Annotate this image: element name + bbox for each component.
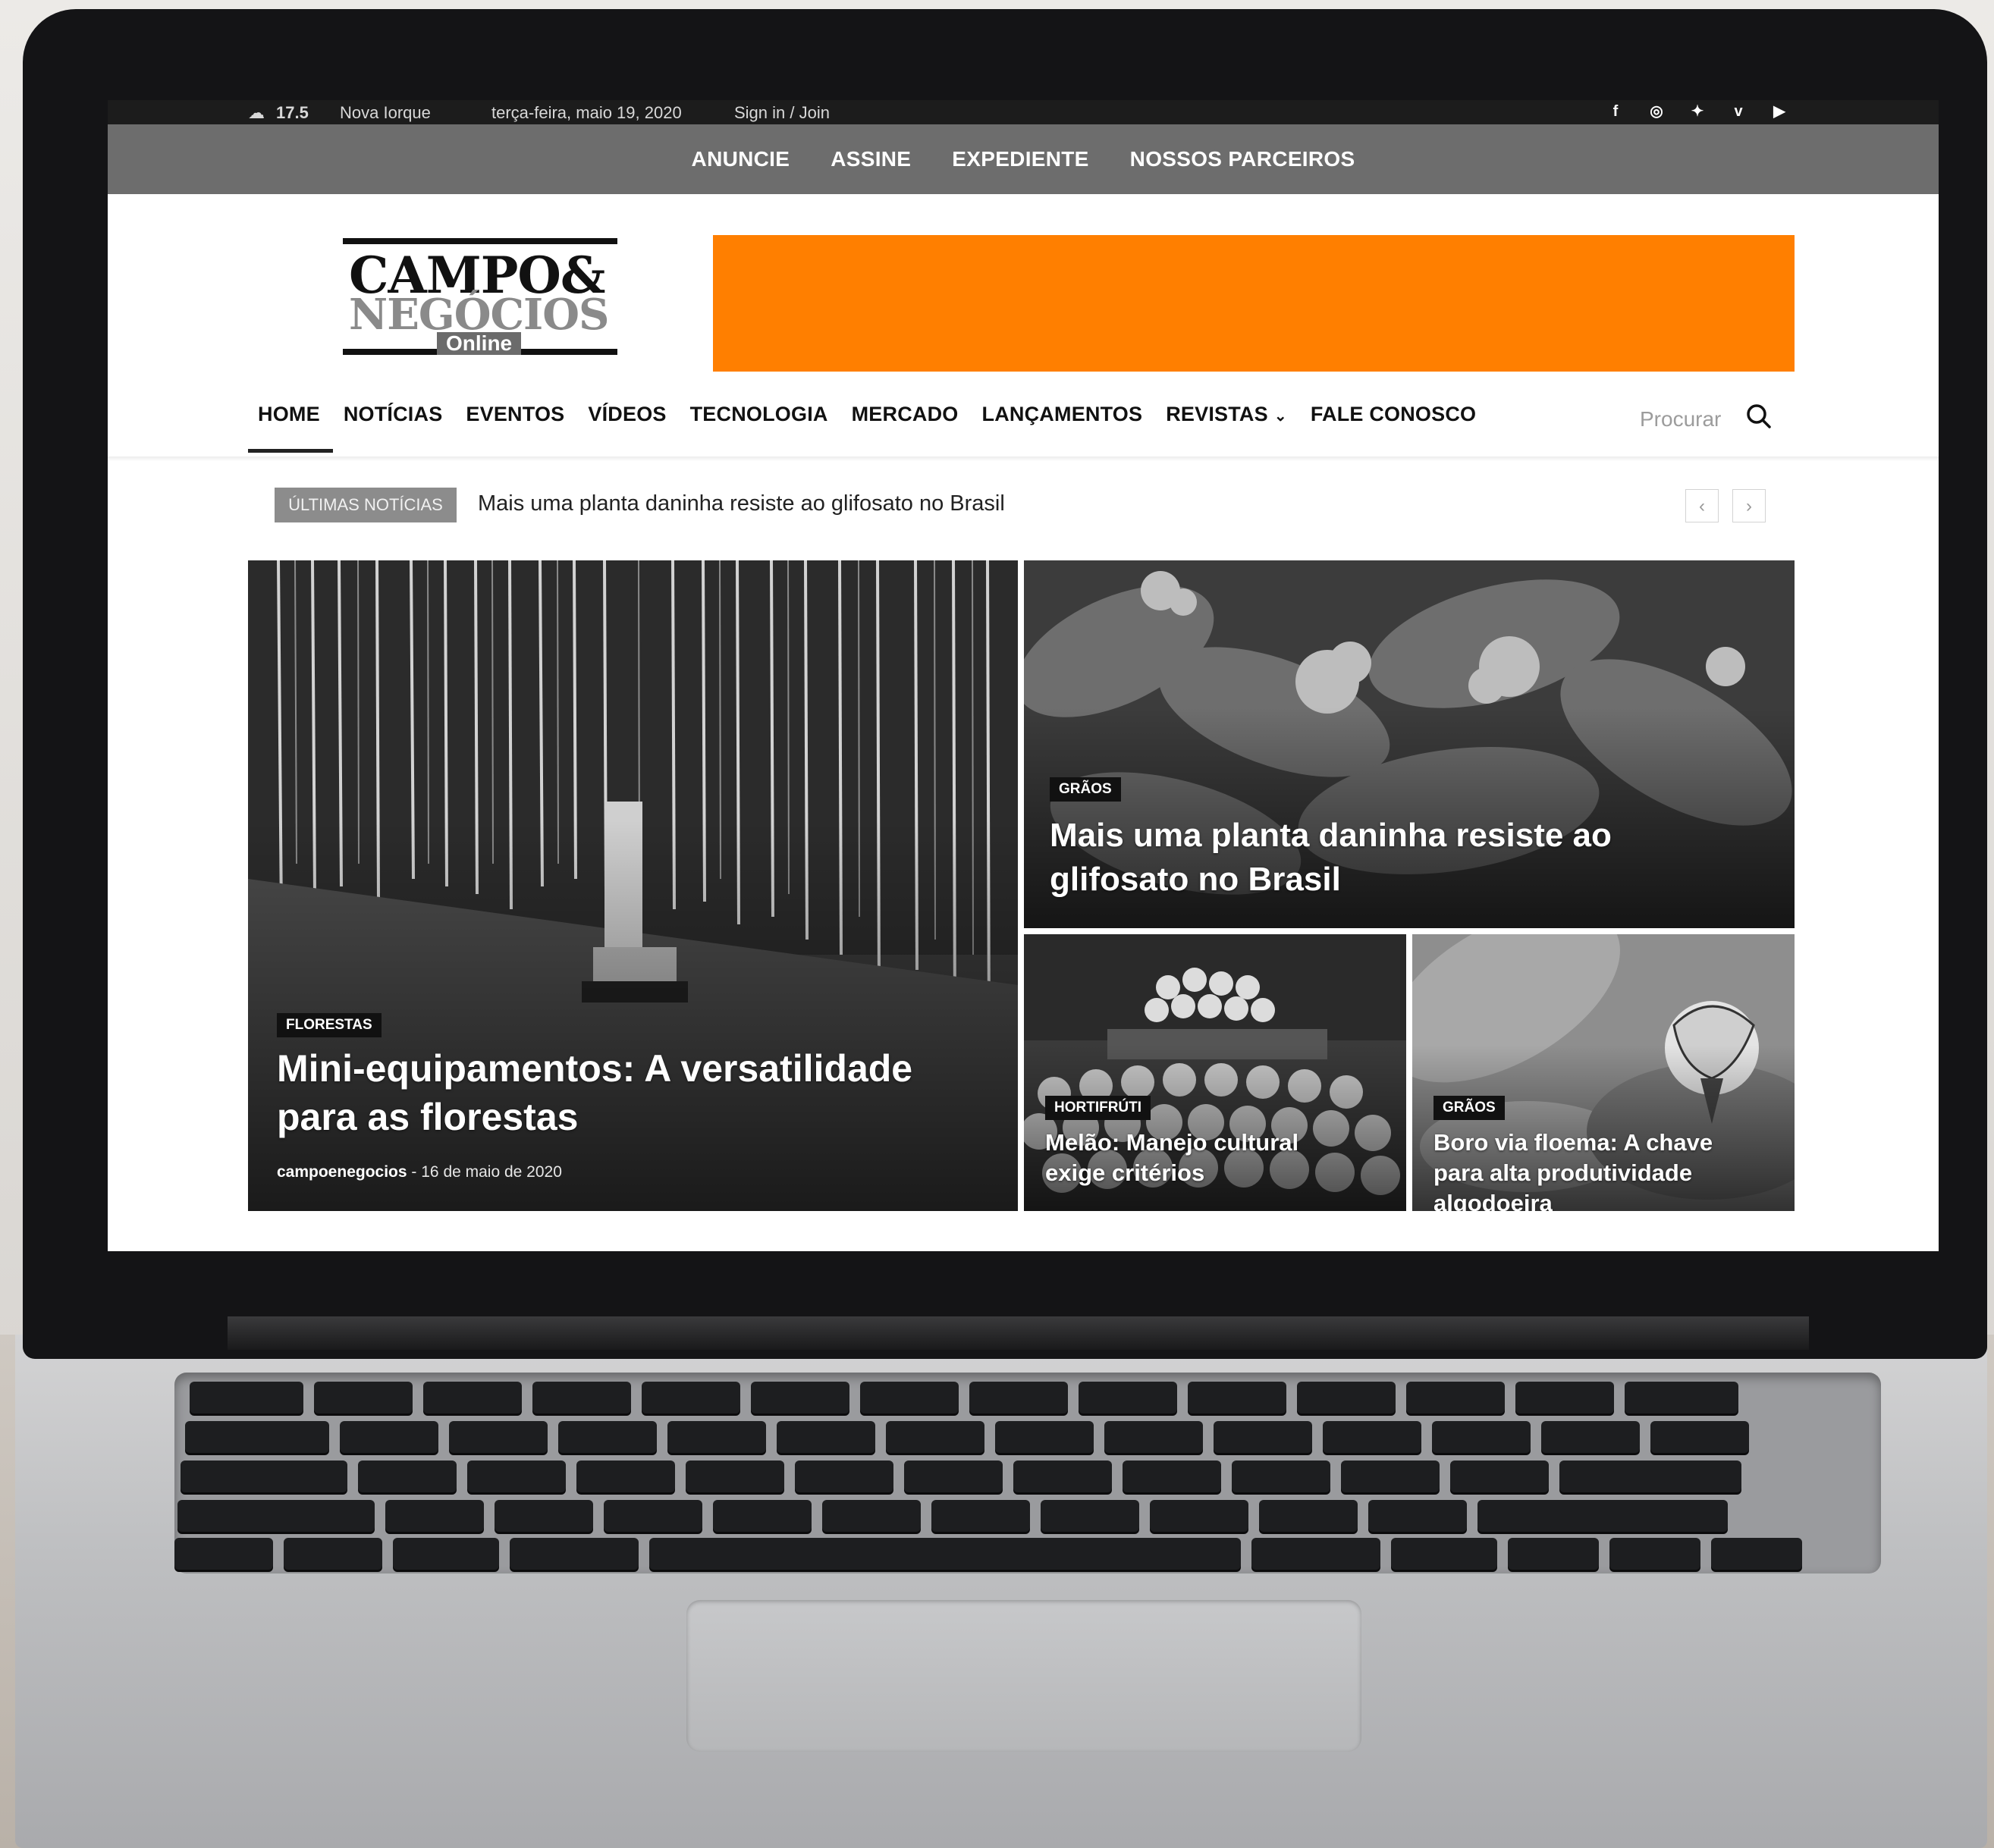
current-date: terça-feira, maio 19, 2020 — [491, 103, 682, 122]
youtube-icon[interactable]: ▶ — [1770, 102, 1788, 121]
laptop-base — [15, 1335, 1987, 1848]
nav-divider — [108, 457, 1939, 461]
menu-anuncie[interactable]: ANUNCIE — [692, 147, 790, 171]
category-tag[interactable]: FLORESTAS — [277, 1013, 382, 1037]
search-input[interactable]: Procurar — [1640, 407, 1721, 431]
nav-noticias[interactable]: NOTÍCIAS — [344, 403, 443, 426]
nav-revistas[interactable]: REVISTAS ⌄ — [1166, 403, 1287, 426]
featured-article-bottom-left[interactable]: HORTIFRÚTI Melão: Manejo cultural exige … — [1024, 934, 1406, 1211]
trackpad — [686, 1600, 1361, 1752]
latest-news-label: ÚLTIMAS NOTÍCIAS — [275, 488, 457, 522]
signin-link[interactable]: Sign in / Join — [734, 103, 830, 123]
nav-videos[interactable]: VÍDEOS — [588, 403, 666, 426]
article-title[interactable]: Mais uma planta daninha resiste ao glifo… — [1050, 814, 1732, 902]
nav-tecnologia[interactable]: TECNOLOGIA — [690, 403, 828, 426]
city: Nova Iorque — [340, 103, 431, 122]
featured-article-bottom-right[interactable]: GRÃOS Boro via floema: A chave para alta… — [1412, 934, 1795, 1211]
active-nav-indicator — [248, 449, 333, 453]
article-title[interactable]: Boro via floema: A chave para alta produ… — [1433, 1128, 1760, 1211]
ticker-prev-button[interactable]: ‹ — [1685, 489, 1719, 522]
twitter-icon[interactable]: ✦ — [1688, 102, 1707, 121]
laptop-hinge — [228, 1316, 1809, 1350]
featured-article-top-right[interactable]: GRÃOS Mais uma planta daninha resiste ao… — [1024, 560, 1795, 928]
menu-assine[interactable]: ASSINE — [831, 147, 911, 171]
logo-rule-top — [343, 238, 617, 244]
vimeo-icon[interactable]: v — [1729, 102, 1747, 121]
article-author[interactable]: campoenegocios — [277, 1163, 407, 1181]
featured-article-large[interactable]: FLORESTAS Mini-equipamentos: A versatili… — [248, 560, 1018, 1211]
search-icon[interactable] — [1746, 403, 1772, 429]
nav-mercado[interactable]: MERCADO — [852, 403, 959, 426]
article-title[interactable]: Mini-equipamentos: A versatilidade para … — [277, 1044, 944, 1141]
nav-eventos[interactable]: EVENTOS — [466, 403, 564, 426]
nav-home[interactable]: HOME — [258, 403, 320, 426]
site-logo[interactable]: CAMPO& NEGÓCIOS Online — [343, 238, 617, 369]
chevron-down-icon: ⌄ — [1273, 407, 1287, 425]
facebook-icon[interactable]: f — [1606, 102, 1625, 121]
article-meta: campoenegocios - 16 de maio de 2020 — [277, 1163, 562, 1181]
nav-fale-conosco[interactable]: FALE CONOSCO — [1311, 403, 1476, 426]
ad-banner[interactable] — [713, 235, 1795, 372]
weather-icon: ☁ — [248, 103, 265, 122]
temperature: 17.5 — [276, 103, 309, 122]
category-tag[interactable]: GRÃOS — [1433, 1096, 1505, 1120]
category-tag[interactable]: GRÃOS — [1050, 777, 1121, 802]
article-date: 16 de maio de 2020 — [421, 1163, 562, 1181]
secondary-menu: ANUNCIE ASSINE EXPEDIENTE NOSSOS PARCEIR… — [108, 124, 1939, 194]
nav-lancamentos[interactable]: LANÇAMENTOS — [982, 403, 1143, 426]
top-info-bar: ☁ 17.5 Nova Iorque terça-feira, maio 19,… — [108, 100, 1939, 124]
article-title[interactable]: Melão: Manejo cultural exige critérios — [1045, 1128, 1364, 1188]
menu-nossos-parceiros[interactable]: NOSSOS PARCEIROS — [1130, 147, 1355, 171]
meta-separator: - — [411, 1163, 417, 1181]
logo-online-badge: Online — [437, 332, 522, 355]
menu-expediente[interactable]: EXPEDIENTE — [952, 147, 1088, 171]
browser-viewport: ☁ 17.5 Nova Iorque terça-feira, maio 19,… — [108, 100, 1939, 1251]
latest-news-headline[interactable]: Mais uma planta daninha resiste ao glifo… — [478, 491, 1005, 516]
nav-revistas-label: REVISTAS — [1166, 402, 1268, 425]
main-navigation: HOME NOTÍCIAS EVENTOS VÍDEOS TECNOLOGIA … — [258, 397, 1476, 431]
keyboard — [174, 1373, 1881, 1573]
instagram-icon[interactable]: ◎ — [1647, 102, 1666, 121]
ticker-next-button[interactable]: › — [1732, 489, 1766, 522]
category-tag[interactable]: HORTIFRÚTI — [1045, 1096, 1151, 1120]
